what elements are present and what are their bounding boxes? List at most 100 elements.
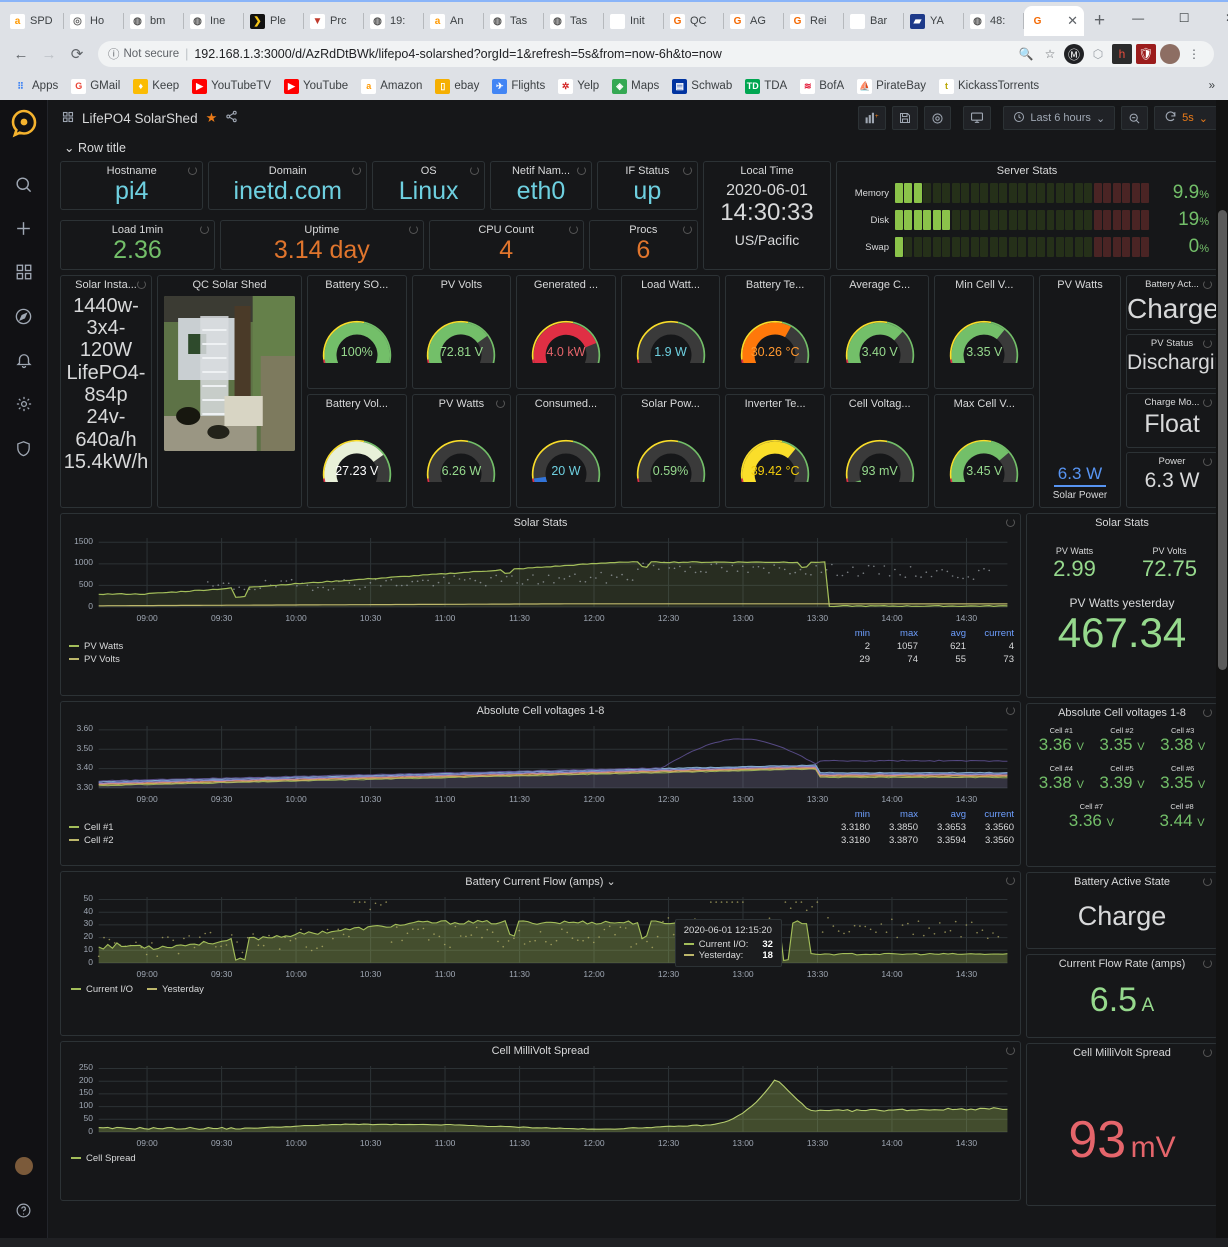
panel-stat-procs[interactable]: Procs6: [589, 220, 698, 269]
chart-body[interactable]: 3.303.403.503.6009:0009:3010:0010:3011:0…: [61, 718, 1020, 806]
legend-series-name[interactable]: PV Watts: [69, 640, 822, 653]
search-icon[interactable]: 🔍: [1016, 44, 1036, 64]
panel-charge-mo-[interactable]: Charge Mo...Float: [1126, 393, 1218, 448]
sidebar-item-server-admin-shield[interactable]: [2, 426, 46, 470]
bookmark-item[interactable]: ▶YouTubeTV: [187, 77, 276, 96]
sidebar-item-alerting-bell[interactable]: [2, 338, 46, 382]
bookmark-item[interactable]: ≋BofA: [795, 77, 849, 96]
chevron-down-icon[interactable]: ⌄: [606, 876, 615, 888]
panel-stat-hostname[interactable]: Hostnamepi4: [60, 161, 203, 210]
row-title[interactable]: ⌄ Row title: [60, 136, 1218, 161]
panel-stat-if-status[interactable]: IF Statusup: [597, 161, 698, 210]
legend-header[interactable]: avg: [918, 808, 966, 821]
reload-icon[interactable]: ⟳: [64, 41, 90, 67]
bookmark-item[interactable]: ⠿Apps: [8, 77, 63, 96]
extension-o-icon[interactable]: ⬡: [1088, 44, 1108, 64]
panel-server-stats[interactable]: Server Stats Memory9.9%Disk19%Swap0%: [836, 161, 1218, 270]
browser-tab[interactable]: ▼Prc: [304, 6, 364, 36]
bookmark-item[interactable]: TDTDA: [740, 77, 792, 96]
bookmark-item[interactable]: ✲Yelp: [553, 77, 604, 96]
legend-series-name[interactable]: Current I/O: [71, 984, 133, 995]
bookmark-item[interactable]: ⛵PirateBay: [852, 77, 931, 96]
browser-tab[interactable]: ◍bm: [124, 6, 184, 36]
panel-gauge-load-watt-[interactable]: Load Watt...1.9 W: [621, 275, 721, 389]
sidebar-item-create-plus[interactable]: [2, 206, 46, 250]
scrollbar-thumb[interactable]: [1218, 210, 1227, 670]
bookmark-item[interactable]: ◈Maps: [607, 77, 664, 96]
extension-m-icon[interactable]: Ⓜ: [1064, 44, 1084, 64]
panel-battery-act-[interactable]: Battery Act...Charge: [1126, 275, 1218, 330]
legend-header[interactable]: min: [822, 627, 870, 640]
panel-gauge-battery-so-[interactable]: Battery SO...100%: [307, 275, 407, 389]
not-secure-badge[interactable]: ⓘ Not secure: [108, 46, 179, 62]
maximize-button[interactable]: ☐: [1161, 0, 1207, 36]
panel-gauge-battery-te-[interactable]: Battery Te...30.26 °C: [725, 275, 825, 389]
chart-body[interactable]: 05001000150009:0009:3010:0010:3011:0011:…: [61, 530, 1020, 625]
bookmark-item[interactable]: aAmazon: [356, 77, 427, 96]
browser-tab[interactable]: ◍Tas: [484, 6, 544, 36]
refresh-icon[interactable]: [1164, 110, 1177, 126]
bookmark-item[interactable]: ✈Flights: [487, 77, 550, 96]
user-avatar[interactable]: [2, 1144, 46, 1188]
chart-body[interactable]: 0102030405009:0009:3010:0010:3011:0011:3…: [61, 889, 1020, 981]
settings-gear-icon[interactable]: [924, 106, 951, 130]
legend-series-name[interactable]: Yesterday: [147, 984, 204, 995]
panel-pv-watts-solar-power[interactable]: PV Watts 6.3 W Solar Power: [1039, 275, 1121, 508]
address-bar[interactable]: ⓘ Not secure | 192.168.1.3:3000/d/AzRdDt…: [98, 41, 1214, 67]
legend-header[interactable]: current: [966, 627, 1014, 640]
browser-tab[interactable]: ◍19:: [364, 6, 424, 36]
panel-gauge-inverter-te-[interactable]: Inverter Te...39.42 °C: [725, 394, 825, 508]
panel-qc-solar-shed[interactable]: QC Solar Shed: [157, 275, 302, 508]
bookmark-item[interactable]: ♦Keep: [128, 77, 184, 96]
panel-chart-absolute-cell-voltages-1-8[interactable]: Absolute Cell voltages 1-83.303.403.503.…: [60, 701, 1021, 866]
legend-header[interactable]: current: [966, 808, 1014, 821]
legend-header[interactable]: max: [870, 808, 918, 821]
share-icon[interactable]: [225, 110, 238, 126]
panel-gauge-pv-volts[interactable]: PV Volts72.81 V: [412, 275, 512, 389]
bookmark-item[interactable]: ▶YouTube: [279, 77, 353, 96]
menu-kebab-icon[interactable]: ⋮: [1184, 44, 1204, 64]
panel-current-flow-rate[interactable]: Current Flow Rate (amps) 6.5 A: [1026, 954, 1218, 1038]
panel-stat-netif-nam-[interactable]: Netif Nam...eth0: [490, 161, 591, 210]
page-scrollbar[interactable]: [1216, 100, 1228, 1238]
star-icon[interactable]: ★: [206, 110, 218, 126]
panel-stat-uptime[interactable]: Uptime3.14 day: [220, 220, 424, 269]
panel-cell-millivolt-spread[interactable]: Cell MilliVolt Spread 93 mV: [1026, 1043, 1218, 1206]
panel-chart-battery-current-flow-amps-[interactable]: Battery Current Flow (amps) ⌄01020304050…: [60, 871, 1021, 1036]
panel-gauge-average-c-[interactable]: Average C...3.40 V: [830, 275, 930, 389]
avatar[interactable]: [1160, 44, 1180, 64]
extension-shield-icon[interactable]: 🛡: [1136, 44, 1156, 64]
forward-icon[interactable]: →: [36, 41, 62, 67]
sidebar-item-search[interactable]: [2, 162, 46, 206]
panel-battery-active-state[interactable]: Battery Active State Charge: [1026, 872, 1218, 949]
tv-mode-icon[interactable]: [963, 106, 991, 130]
browser-tab[interactable]: GAG: [724, 6, 784, 36]
sidebar-item-configuration-gear[interactable]: [2, 382, 46, 426]
panel-gauge-pv-watts[interactable]: PV Watts6.26 W: [412, 394, 512, 508]
minimize-button[interactable]: —: [1115, 0, 1161, 36]
browser-tab[interactable]: GQC: [664, 6, 724, 36]
zoom-out-icon[interactable]: [1121, 106, 1148, 130]
panel-stat-cpu-count[interactable]: CPU Count4: [429, 220, 584, 269]
panel-pv-status[interactable]: PV StatusDischarging: [1126, 334, 1218, 389]
panel-stat-load-1min[interactable]: Load 1min2.36: [60, 220, 215, 269]
browser-tab[interactable]: ◍48:: [964, 6, 1024, 36]
bookmark-item[interactable]: ▤Schwab: [667, 77, 737, 96]
legend-header[interactable]: min: [822, 808, 870, 821]
star-icon[interactable]: ☆: [1040, 44, 1060, 64]
time-range-picker[interactable]: Last 6 hours ⌄: [1003, 106, 1115, 130]
legend-header[interactable]: avg: [918, 627, 966, 640]
legend-series-name[interactable]: Cell #1: [69, 821, 822, 834]
chart-body[interactable]: 05010015020025009:0009:3010:0010:3011:00…: [61, 1058, 1020, 1150]
panel-stat-domain[interactable]: Domaininetd.com: [208, 161, 367, 210]
legend-header[interactable]: max: [870, 627, 918, 640]
legend-series-name[interactable]: Cell #2: [69, 834, 822, 847]
legend-row[interactable]: Cell #23.31803.38703.35943.3560: [69, 834, 1014, 847]
panel-gauge-battery-vol-[interactable]: Battery Vol...27.23 V: [307, 394, 407, 508]
back-icon[interactable]: ←: [8, 41, 34, 67]
bookmark-item[interactable]: ▯ebay: [430, 77, 484, 96]
legend-row[interactable]: Cell #13.31803.38503.36533.3560: [69, 821, 1014, 834]
extension-h-icon[interactable]: h: [1112, 44, 1132, 64]
browser-tab[interactable]: ◎Ho: [64, 6, 124, 36]
grafana-logo[interactable]: [7, 108, 41, 142]
